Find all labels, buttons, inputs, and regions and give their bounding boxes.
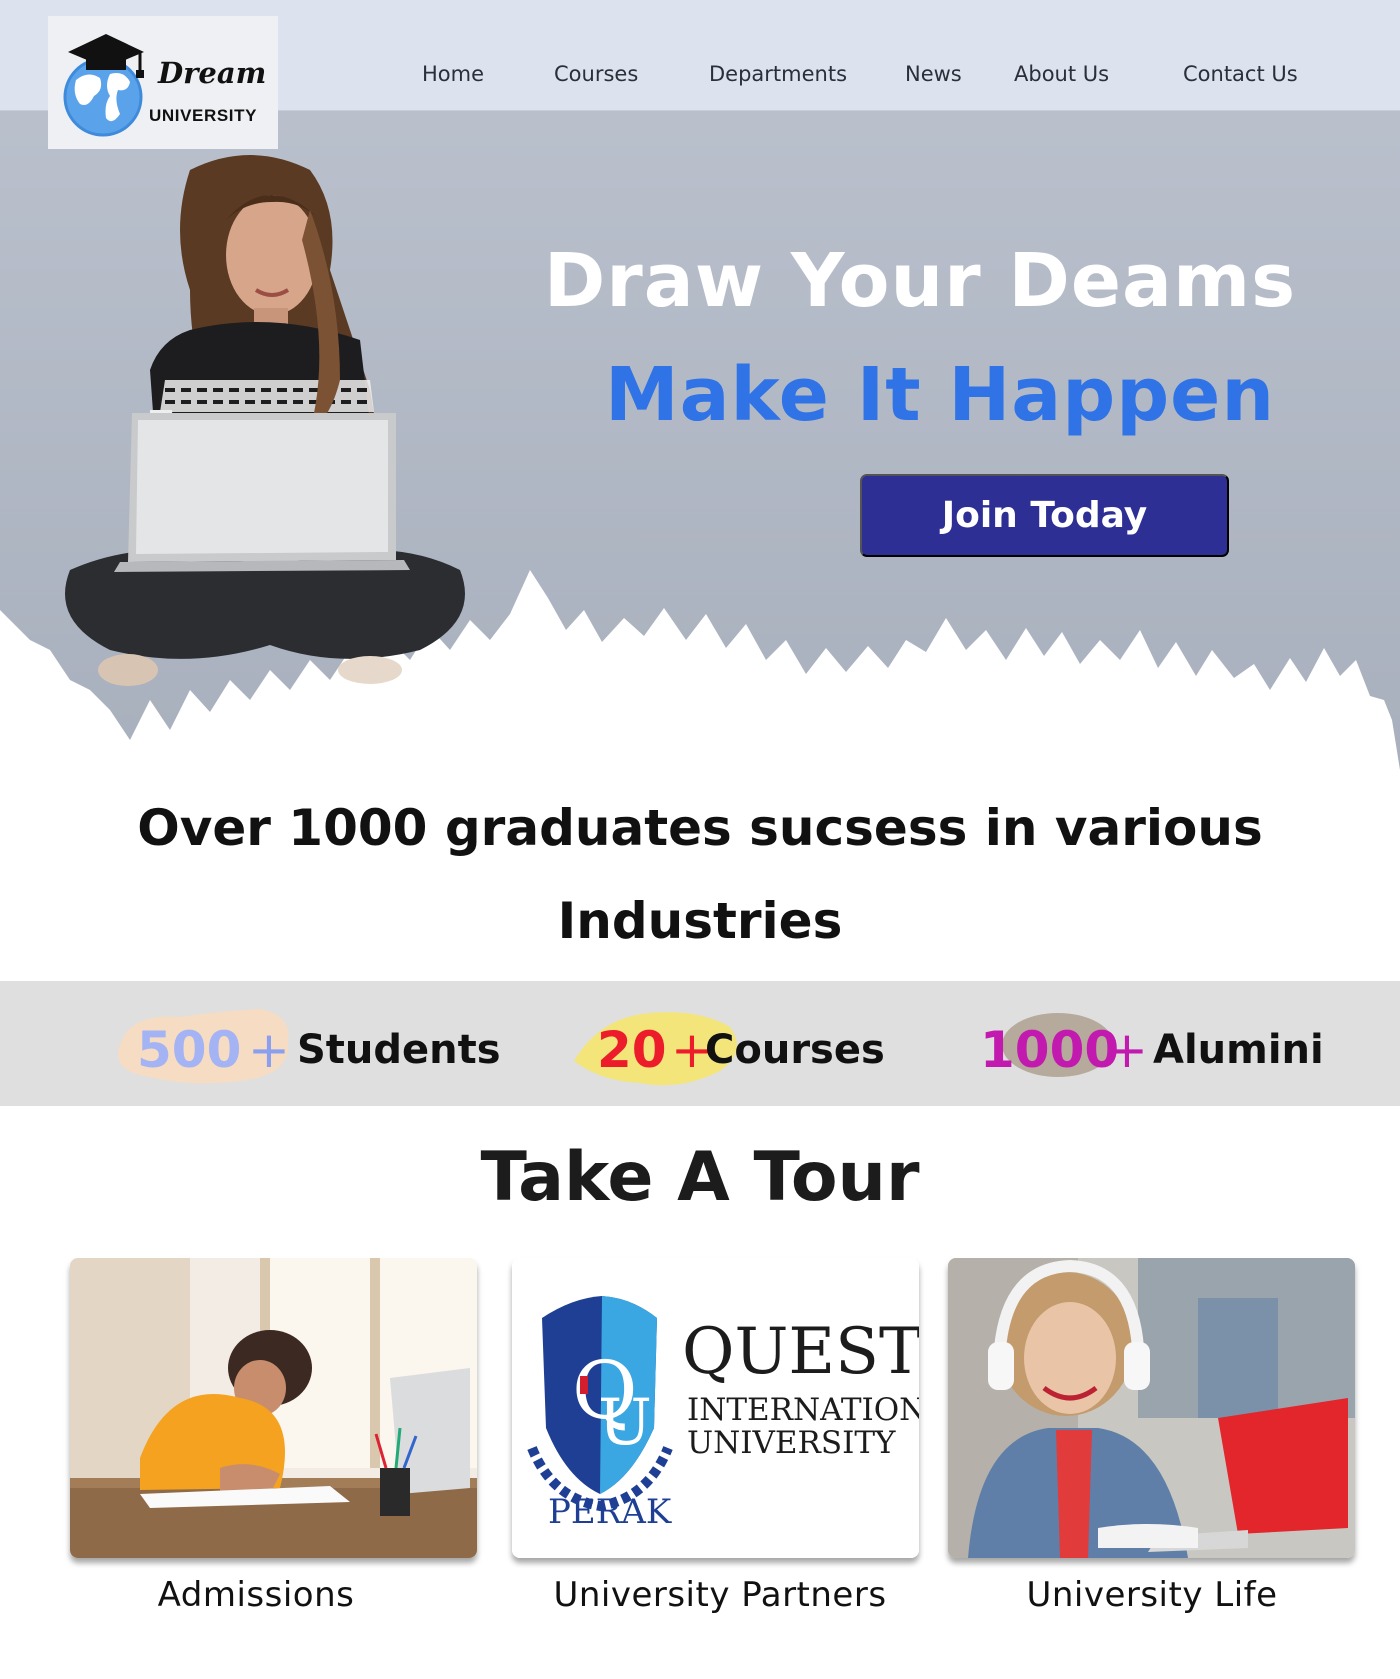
stats-bar: 500 + Students 20 + Courses 1000 + Alumi…: [0, 981, 1400, 1106]
quest-university-logo: Q U PERAK QUEST INTERNATIONAL UNIVERSITY: [512, 1258, 919, 1558]
graduates-line-2: Industries: [557, 892, 843, 950]
partner-logo-line-2: INTERNATIONAL: [687, 1392, 919, 1428]
stat-courses: 20 + Courses: [570, 981, 900, 1106]
partner-logo-line-1: QUEST: [682, 1315, 919, 1389]
graduates-line-1: Over 1000 graduates sucsess in various: [137, 799, 1263, 857]
hero-subheadline: Make It Happen: [604, 352, 1276, 438]
hero-section: Dream UNIVERSITY Home Courses Department…: [0, 0, 1400, 780]
stat-students: 500 + Students: [110, 981, 501, 1106]
stat-courses-number: 20: [597, 1021, 667, 1079]
nav-departments[interactable]: Departments: [709, 62, 847, 86]
svg-text:U: U: [598, 1386, 652, 1460]
nav-home[interactable]: Home: [422, 62, 484, 86]
nav-news[interactable]: News: [905, 62, 962, 86]
stat-courses-label: Courses: [705, 1027, 885, 1073]
nav-courses[interactable]: Courses: [554, 62, 638, 86]
nav-contact-us[interactable]: Contact Us: [1183, 62, 1298, 86]
university-life-card[interactable]: [948, 1258, 1355, 1558]
stat-alumni-number: 1000: [980, 1021, 1120, 1079]
stat-students-label: Students: [297, 1027, 501, 1073]
hero-headline: Draw Your Deams: [543, 238, 1297, 324]
brand-logo[interactable]: Dream UNIVERSITY: [48, 16, 278, 149]
student-headphones-photo: [948, 1258, 1355, 1558]
hero-student-photo: [65, 155, 465, 686]
stat-students-number: 500: [137, 1021, 242, 1079]
stat-alumni-plus: +: [1106, 1021, 1148, 1079]
brand-name-caps: UNIVERSITY: [149, 106, 258, 125]
graduates-statement: Over 1000 graduates sucsess in various I…: [100, 782, 1300, 968]
stat-students-plus: +: [248, 1021, 290, 1079]
stat-alumni: 1000 + Alumini: [978, 981, 1324, 1106]
university-partners-label[interactable]: University Partners: [510, 1575, 930, 1615]
nav-about-us[interactable]: About Us: [1014, 62, 1109, 86]
admissions-label[interactable]: Admissions: [46, 1575, 466, 1615]
university-life-label[interactable]: University Life: [942, 1575, 1362, 1615]
stat-alumni-label: Alumini: [1153, 1027, 1324, 1073]
partner-logo-line-3: UNIVERSITY: [687, 1425, 896, 1461]
globe-graduation-icon: [63, 34, 144, 137]
admissions-card[interactable]: [70, 1258, 477, 1558]
tour-title: Take A Tour: [480, 1138, 920, 1217]
university-partners-card[interactable]: Q U PERAK QUEST INTERNATIONAL UNIVERSITY: [512, 1258, 919, 1558]
partner-logo-place: PERAK: [548, 1492, 672, 1532]
student-writing-photo: [70, 1258, 477, 1558]
brand-name-script: Dream: [158, 56, 267, 90]
join-today-button[interactable]: Join Today: [860, 474, 1229, 557]
